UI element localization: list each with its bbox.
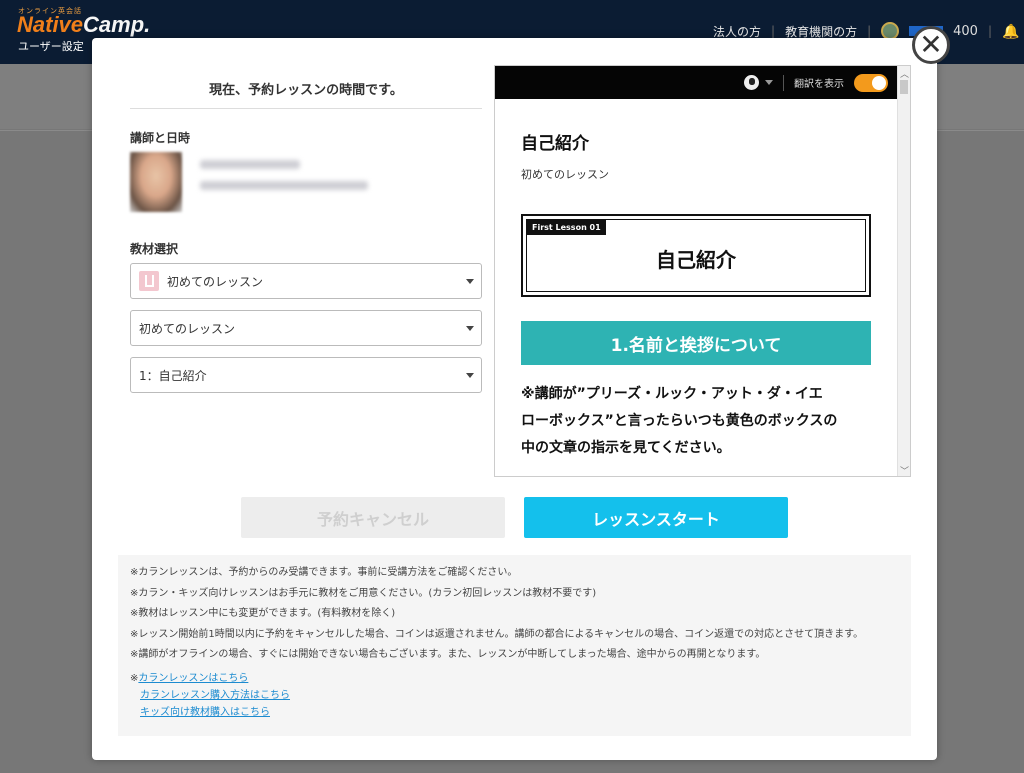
notes-panel: ※カランレッスンは、予約からのみ受講できます。事前に受講方法をご確認ください。 … (118, 555, 911, 736)
chevron-down-icon[interactable] (765, 80, 773, 85)
current-lesson-heading: 現在、予約レッスンの時間です。 (130, 65, 482, 109)
close-icon[interactable]: ✕ (912, 26, 950, 64)
material-lesson-value: 1：自己紹介 (139, 368, 207, 383)
nav-divider: | (987, 24, 992, 38)
teacher-label: 講師と日時 (130, 131, 191, 145)
logo-camp-text: Camp. (83, 12, 151, 37)
instruction-note: ※講師が”プリーズ・ルック・アット・ダ・イエ ローボックス”と言ったらいつも黄色… (521, 381, 871, 462)
nav-education-link[interactable]: 教育機関の方 (785, 23, 857, 40)
lesson-title-card: First Lesson 01 自己紹介 (521, 214, 871, 297)
nav-divider: | (867, 24, 872, 38)
material-course-value: 初めてのレッスン (139, 321, 236, 336)
chevron-up-icon[interactable]: ︿ (900, 67, 909, 80)
lesson-start-modal: 現在、予約レッスンの時間です。 講師と日時 教材選択 初めてのレッスン 初めての… (92, 38, 937, 760)
material-category-select[interactable]: 初めてのレッスン (130, 263, 482, 299)
callan-purchase-link[interactable]: カランレッスン購入方法はこちら (130, 687, 899, 704)
teacher-details-redacted (200, 152, 368, 202)
book-icon (139, 271, 159, 291)
material-lesson-select[interactable]: 1：自己紹介 (130, 357, 482, 393)
help-links: ※カランレッスンはこちら カランレッスン購入方法はこちら キッズ向け教材購入はこ… (130, 670, 899, 721)
lesson-settings-panel: 現在、予約レッスンの時間です。 講師と日時 教材選択 初めてのレッスン 初めての… (130, 65, 482, 404)
note-item: ※カランレッスンは、予約からのみ受講できます。事前に受講方法をご確認ください。 (130, 567, 518, 578)
material-course-select[interactable]: 初めてのレッスン (130, 310, 482, 346)
preview-title: 自己紹介 (521, 134, 589, 154)
scrollbar-thumb[interactable] (900, 80, 908, 94)
callan-lesson-link[interactable]: カランレッスンはこちら (138, 673, 248, 684)
caret-down-icon (466, 279, 474, 284)
section-banner: 1.名前と挨拶について (521, 321, 871, 365)
nav-corporate-link[interactable]: 法人の方 (713, 23, 761, 40)
lesson-card-title: 自己紹介 (656, 248, 736, 272)
caret-down-icon (466, 373, 474, 378)
lesson-card-tag: First Lesson 01 (527, 220, 606, 235)
section-divider (521, 476, 871, 477)
note-item: ※カラン・キッズ向けレッスンはお手元に教材をご用意ください。(カラン初回レッスン… (130, 587, 597, 599)
preview-content: 自己紹介 初めてのレッスン First Lesson 01 自己紹介 1.名前と… (521, 99, 871, 477)
teacher-info (130, 152, 482, 212)
globe-icon[interactable] (744, 75, 759, 90)
note-item: ※講師がオフラインの場合、すぐには開始できない場合もございます。また、レッスンが… (130, 649, 766, 660)
chevron-down-icon[interactable]: ﹀ (900, 464, 909, 476)
material-category-value: 初めてのレッスン (167, 274, 264, 289)
preview-toolbar: 翻訳を表示 (495, 66, 910, 99)
nav-divider: | (771, 24, 776, 38)
start-lesson-button[interactable]: レッスンスタート (524, 497, 788, 538)
instruction-line: 中の文章の指示を見てください。 (521, 440, 731, 456)
translate-label: 翻訳を表示 (794, 79, 844, 90)
kids-material-link[interactable]: キッズ向け教材購入はこちら (130, 704, 899, 721)
preview-subtitle: 初めてのレッスン (521, 168, 609, 181)
logo-native-text: Native (17, 12, 84, 37)
user-settings-link[interactable]: ユーザー設定 (18, 38, 84, 54)
bell-icon[interactable]: 🔔 (1002, 24, 1019, 40)
instruction-line: ローボックス”と言ったらいつも黄色のボックスの (521, 413, 838, 429)
note-item: ※レッスン開始前1時間以内に予約をキャンセルした場合、コインは返還されません。講… (130, 628, 864, 640)
translate-toggle[interactable] (854, 73, 888, 92)
redacted-line (200, 181, 368, 190)
toolbar-divider (783, 74, 784, 91)
redacted-line (200, 160, 300, 169)
caret-down-icon (466, 326, 474, 331)
material-preview[interactable]: 翻訳を表示 自己紹介 初めてのレッスン First Lesson 01 自己紹介… (494, 65, 911, 477)
preview-scrollbar[interactable]: ︿ ﹀ (897, 66, 910, 476)
nativecamp-logo[interactable]: NativeCamp. (17, 12, 150, 38)
material-label: 教材選択 (130, 242, 179, 256)
instruction-line: ※講師が”プリーズ・ルック・アット・ダ・イエ (521, 386, 823, 402)
coin-count: 400 (953, 23, 978, 39)
lesson-card-inner: First Lesson 01 自己紹介 (526, 219, 866, 292)
teacher-avatar (130, 152, 182, 212)
note-item: ※教材はレッスン中にも変更ができます。(有料教材を除く) (130, 608, 396, 619)
cancel-reservation-button[interactable]: 予約キャンセル (241, 497, 505, 538)
